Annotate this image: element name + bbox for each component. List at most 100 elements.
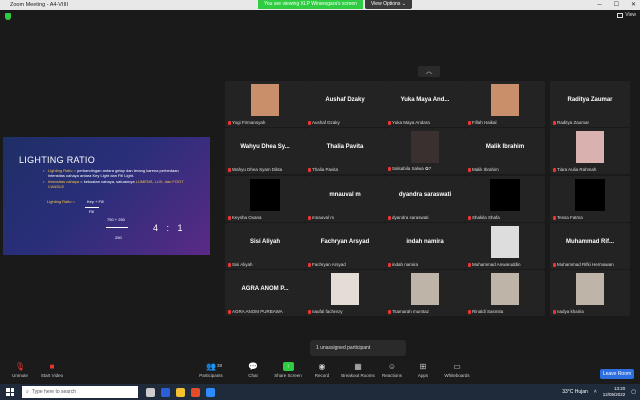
window-controls: ─ ☐ ✕	[597, 0, 636, 10]
participant-tile[interactable]: Tiara Aulia Rahmah	[550, 128, 630, 174]
weather-label[interactable]: 33°C Hujan	[562, 389, 588, 395]
participant-tile[interactable]: Rinaldi Sasmita	[465, 270, 545, 316]
participant-tile[interactable]: Shakila Shafa	[465, 176, 545, 222]
start-video-button[interactable]: ■ Start Video	[34, 362, 70, 378]
mic-muted-icon	[468, 262, 471, 267]
maximize-icon[interactable]: ☐	[614, 0, 619, 10]
participant-label: Salsabila Salwa ✿7	[388, 166, 431, 172]
participant-tile[interactable]: Yogi Firmansyah	[225, 81, 305, 127]
participant-tile[interactable]: indah namira indah namira	[385, 223, 465, 269]
search-icon: ⌕	[26, 389, 29, 395]
mic-muted-icon	[388, 120, 391, 125]
participant-video	[491, 273, 519, 305]
participant-tile[interactable]: naufal fachrezy	[305, 270, 385, 316]
view-options-button[interactable]: View Options ⌄	[364, 0, 412, 9]
participant-display-name: mnauval m	[329, 192, 361, 198]
notification-icon[interactable]: ▢	[631, 389, 636, 395]
participant-tile[interactable]: AGRA ANOM P... AGRA ANOM PURBAWA	[225, 270, 305, 316]
participant-tile[interactable]: Salsabila Salwa ✿7	[385, 128, 465, 174]
participant-label: Fillah Haikal	[468, 120, 497, 125]
screen-share-banner: You are viewing XLP Wiranegara's screen …	[258, 0, 412, 9]
participant-name: Rinaldi Sasmita	[472, 309, 504, 314]
participant-tile[interactable]: Fillah Haikal	[465, 81, 545, 127]
whiteboards-button[interactable]: ▭ Whiteboards	[439, 362, 475, 378]
mic-muted-icon	[308, 167, 311, 172]
participant-tile[interactable]: Keysha Oxana	[225, 176, 305, 222]
taskbar-search[interactable]: ⌕ Type here to search	[22, 386, 138, 398]
participant-tile[interactable]: Tsamarah mumtaz	[385, 270, 465, 316]
participant-tile[interactable]: nadya khairia	[550, 270, 630, 316]
participant-tile[interactable]: Muhammad Anwaruddin	[465, 223, 545, 269]
participant-video	[490, 179, 520, 211]
apps-button[interactable]: ⊞ Apps	[405, 362, 441, 378]
breakout-rooms-button[interactable]: ▦ Breakout Rooms	[340, 362, 376, 378]
view-button[interactable]: View	[617, 12, 636, 18]
participant-tile[interactable]: Malik Ibrahim Malik Ibrahim	[465, 128, 545, 174]
mic-muted-icon	[308, 309, 311, 314]
participant-name: naufal fachrezy	[312, 309, 343, 314]
people-icon: 👥	[206, 362, 216, 371]
participant-label: Tiara Aulia Rahmah	[553, 167, 596, 172]
apps-icon: ⊞	[419, 362, 427, 371]
participant-tile[interactable]: mnauval m mnauval m	[305, 176, 385, 222]
participant-name: Yogi Firmansyah	[232, 120, 266, 125]
participant-tile[interactable]: Raditya Zaumar Raditya Zaumar	[550, 81, 630, 127]
participant-tile[interactable]: dyandra saraswati dyandra saraswati	[385, 176, 465, 222]
participants-button[interactable]: 👥 Participants	[193, 362, 229, 378]
mic-muted-icon	[308, 120, 311, 125]
chat-icon: 💬	[248, 362, 258, 371]
mic-muted-icon	[553, 167, 556, 172]
participant-tile[interactable]: Sisi Aliyah Sisi Aliyah	[225, 223, 305, 269]
participant-tile[interactable]: Tessa Fatma	[550, 176, 630, 222]
participant-display-name: Yuka Maya And...	[400, 97, 450, 103]
leave-room-button[interactable]: Leave Room	[600, 369, 634, 379]
file-explorer-icon[interactable]	[176, 387, 185, 397]
participant-tile[interactable]: Aushaf Dzaky Aushaf Dzaky	[305, 81, 385, 127]
mic-muted-icon	[308, 215, 311, 220]
record-button[interactable]: ◉ Record	[304, 362, 340, 378]
security-shield-icon[interactable]	[5, 13, 11, 20]
calc-denominator: 250	[115, 235, 122, 240]
system-tray: 33°C Hujan ˄ 13:20 12/05/2022 ▢	[562, 386, 636, 398]
edge-icon[interactable]	[161, 387, 170, 397]
close-icon[interactable]: ✕	[631, 0, 636, 10]
breakout-icon: ▦	[354, 362, 362, 371]
taskbar-apps	[146, 387, 215, 397]
share-screen-button[interactable]: ↑ Share Screen	[270, 362, 306, 378]
task-view-icon[interactable]	[146, 387, 155, 397]
participant-name: Yuka Maya Andara	[392, 120, 430, 125]
share-arrow-icon: ↑	[282, 362, 294, 371]
participant-name: Malik Ibrahim	[472, 167, 499, 172]
participant-label: Muhammad Anwaruddin	[468, 262, 521, 267]
mic-muted-icon	[228, 215, 231, 220]
participant-video	[491, 226, 519, 258]
windows-start-icon[interactable]	[6, 388, 14, 396]
participant-name: Tiara Aulia Rahmah	[557, 167, 597, 172]
mic-muted-icon	[228, 262, 231, 267]
mic-muted-icon	[388, 262, 391, 267]
minimize-icon[interactable]: ─	[597, 0, 601, 10]
participant-label: Yuka Maya Andara	[388, 120, 430, 125]
participant-display-name: indah namira	[406, 239, 444, 245]
participant-tile[interactable]: Muhammad Rif... Muhammad Rifki Hermawan	[550, 223, 630, 269]
participant-tile[interactable]: Fachryan Arsyad Fachryan Arsyad	[305, 223, 385, 269]
participant-tile[interactable]: Thalia Pavita Thalia Pavita	[305, 128, 385, 174]
participant-video	[250, 179, 280, 211]
chat-button[interactable]: 💬 Chat	[235, 362, 271, 378]
mic-muted-icon: 🎙	[14, 362, 26, 371]
unassigned-popup[interactable]: 1 unassigned participant	[310, 340, 406, 356]
participant-video	[491, 84, 519, 116]
zoom-icon[interactable]	[206, 387, 215, 397]
participant-label: mnauval m	[308, 215, 334, 220]
chrome-icon[interactable]	[191, 387, 200, 397]
unmute-button[interactable]: 🎙 Unmute	[2, 362, 38, 378]
clock[interactable]: 13:20 12/05/2022	[603, 386, 626, 398]
slide-title: LIGHTING RATIO	[19, 155, 96, 165]
slide-bullets: Lighting Ratio = perbandingan antara gel…	[43, 168, 193, 190]
participant-tile[interactable]: Yuka Maya And... Yuka Maya Andara	[385, 81, 465, 127]
participant-tile[interactable]: Wahyu Dhea Sy... Wahyu Dhea Syam Dikta	[225, 128, 305, 174]
scroll-up-button[interactable]: ︿	[418, 66, 440, 77]
participants-count: 38	[217, 363, 223, 368]
mic-muted-icon	[388, 167, 391, 171]
tray-chevron-icon[interactable]: ˄	[594, 389, 597, 395]
